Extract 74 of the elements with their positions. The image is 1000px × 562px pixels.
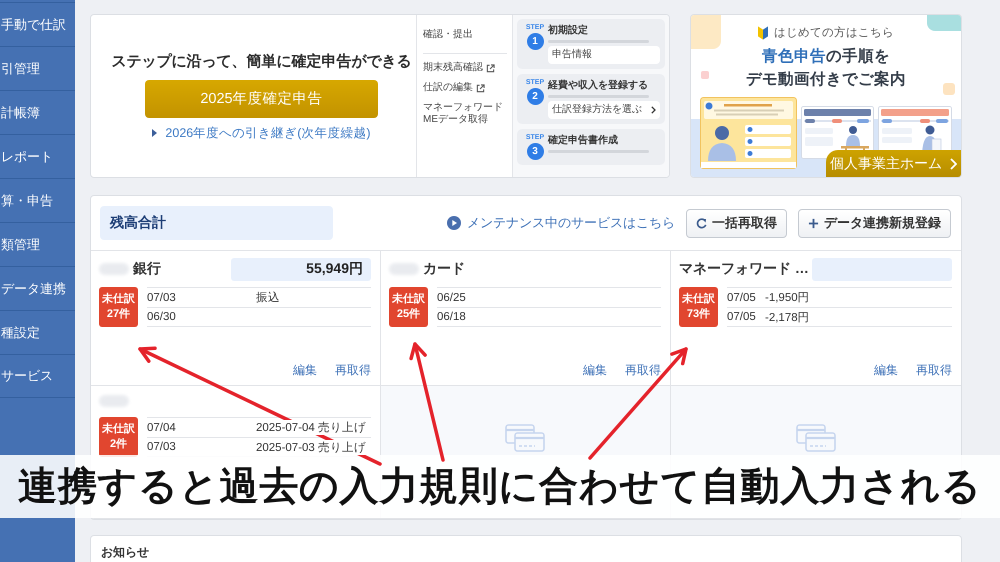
chevron-right-icon: [950, 158, 957, 170]
decor-shape: [691, 15, 721, 49]
sidebar-item[interactable]: 手動で仕訳: [0, 2, 75, 46]
banner-headline: デモ動画付きでご案内: [746, 69, 906, 90]
refresh-icon: [696, 218, 707, 228]
unposted-count-badge[interactable]: 未仕訳 73件: [679, 287, 718, 327]
transaction-date: 07/03: [147, 441, 177, 453]
account-action-link[interactable]: 再取得: [916, 363, 952, 377]
tax-return-button[interactable]: 2025年度確定申告: [145, 80, 378, 118]
account-action-link[interactable]: 再取得: [625, 363, 661, 377]
unposted-count-badge[interactable]: 未仕訳 27件: [99, 287, 138, 327]
account-action-link[interactable]: 編集: [583, 363, 607, 377]
step-number: 1: [526, 33, 544, 50]
plus-icon: [808, 218, 819, 228]
caption-text: 連携すると過去の入力規則に合わせて自動入力される: [18, 464, 982, 510]
triangle-icon: [152, 128, 158, 136]
step-number: 3: [526, 143, 544, 160]
transaction-memo: 振込: [255, 290, 281, 305]
tax-return-heading: ステップに沿って、簡単に確定申告ができる: [112, 52, 412, 72]
carryover-link[interactable]: 2026年度への引き継ぎ(次年度繰越): [152, 124, 371, 140]
unposted-count-badge[interactable]: 未仕訳 2件: [99, 417, 138, 457]
transaction-date: 06/30: [147, 311, 177, 323]
account-name: 銀行: [133, 260, 161, 278]
account-action-link[interactable]: 再取得: [335, 363, 371, 377]
sidebar-item[interactable]: 算・申告: [0, 178, 75, 222]
sidebar-item[interactable]: 種設定: [0, 310, 75, 354]
preview-nav-label: 確認・提出: [423, 29, 473, 41]
sidebar-item[interactable]: 引管理: [0, 46, 75, 90]
step-action-label: 申告情報: [552, 49, 592, 61]
balance-total-panel: 残高合計: [100, 206, 333, 240]
notice-heading: お知らせ: [101, 545, 150, 560]
transaction-memo: 2025-07-03 売り上げ: [255, 440, 368, 454]
step-number: 2: [526, 88, 544, 105]
transaction-amount: -1,950円: [765, 291, 811, 305]
decor-shape: [701, 71, 709, 79]
add-connection-button[interactable]: データ連携新規登録: [798, 208, 951, 238]
transaction-date: 07/05: [727, 311, 757, 323]
sidebar-item[interactable]: レポート: [0, 134, 75, 178]
transaction-date: 07/03: [147, 292, 177, 304]
account-action-link[interactable]: 編集: [293, 363, 317, 377]
refresh-all-button[interactable]: 一括再取得: [686, 208, 787, 238]
maintenance-link[interactable]: メンテナンス中のサービスはこちら: [447, 214, 675, 232]
beginner-mark-icon: [758, 26, 768, 40]
transaction-date: 06/25: [437, 292, 467, 304]
step-title: 確定申告書作成: [548, 134, 619, 147]
guide-banner[interactable]: はじめての方はこちら 青色申告の手順を デモ動画付きでご案内 個人事業主ホーム: [690, 14, 962, 178]
sidebar-item[interactable]: 類管理: [0, 222, 75, 266]
cards-icon: [796, 424, 836, 452]
transaction-memo: 2025-07-04 売り上げ: [255, 420, 368, 435]
transaction-date: 07/05: [727, 292, 757, 304]
banner-eyebrow: はじめての方はこちら: [774, 25, 894, 41]
account-action-link[interactable]: 編集: [874, 363, 898, 377]
transaction-date: 06/18: [437, 311, 467, 323]
preview-nav-label: 仕訳の編集: [423, 82, 473, 94]
step-title: 経費や収入を登録する: [548, 79, 649, 92]
preview-nav-label: マネーフォワード MEデータ取得: [423, 102, 504, 126]
sidebar-item[interactable]: データ連携: [0, 266, 75, 310]
sidebar-item[interactable]: 計帳簿: [0, 90, 75, 134]
account-balance-field: 55,949円: [231, 258, 371, 280]
step-title: 初期設定: [548, 24, 589, 37]
sidebar-item[interactable]: サービス: [0, 354, 75, 398]
transaction-amount: -2,178円: [765, 310, 811, 324]
cards-icon: [505, 424, 545, 452]
account-name: カード: [423, 260, 465, 278]
transaction-date: 07/04: [147, 422, 177, 434]
account-name: マネーフォワード …: [679, 260, 809, 278]
decor-shape: [943, 83, 955, 95]
sole-proprietor-home-button[interactable]: 個人事業主ホーム: [826, 150, 961, 177]
decor-shape: [927, 15, 961, 31]
preview-nav-label: 期末残高確認: [423, 62, 483, 74]
step-action-label: 仕訳登録方法を選ぶ: [552, 104, 642, 116]
unposted-count-badge[interactable]: 未仕訳 25件: [389, 287, 428, 327]
banner-headline: 青色申告の手順を: [762, 46, 890, 67]
play-circle-icon: [447, 216, 461, 230]
